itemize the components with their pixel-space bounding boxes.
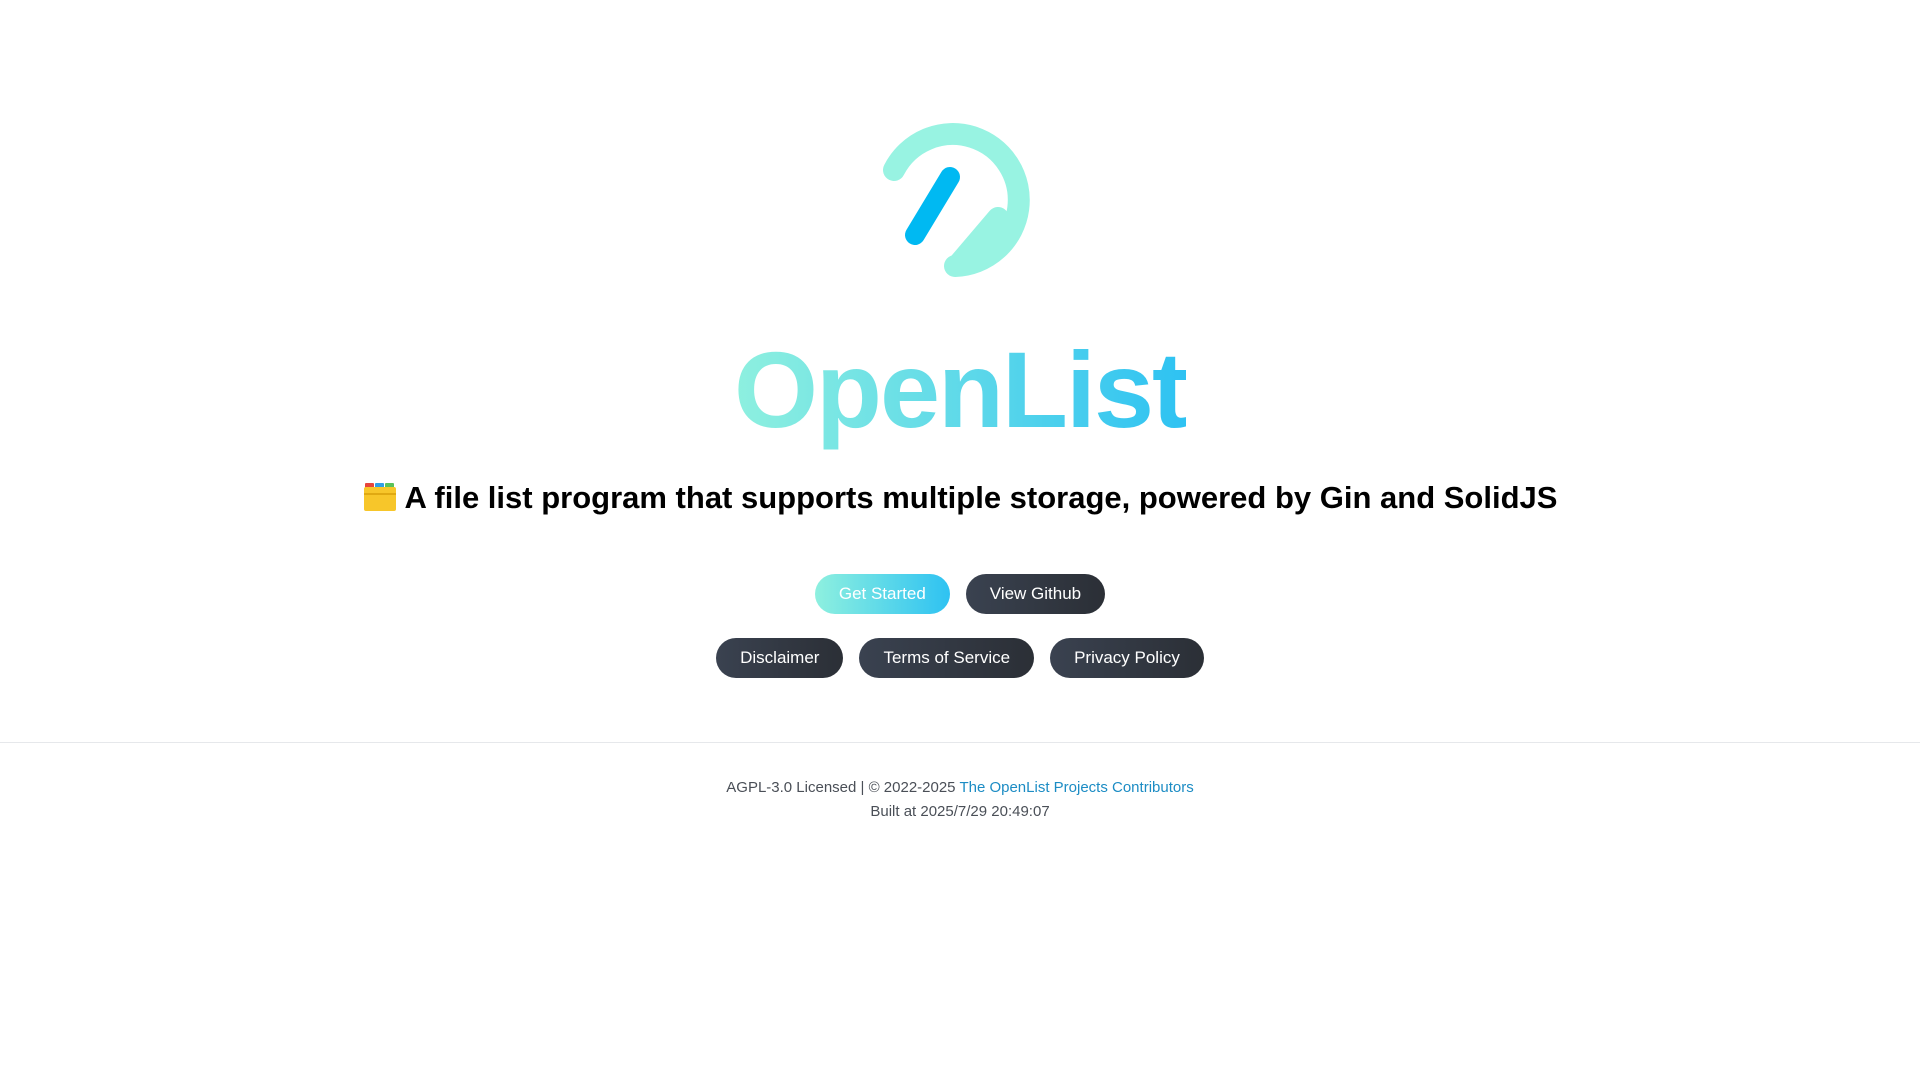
- disclaimer-button[interactable]: Disclaimer: [716, 638, 844, 678]
- view-github-button[interactable]: View Github: [965, 574, 1106, 614]
- openlist-logo-icon: [883, 123, 1030, 277]
- tagline-text: A file list program that supports multip…: [404, 480, 1558, 515]
- contributors-link[interactable]: The OpenList Projects Contributors: [959, 779, 1193, 796]
- card-index-dividers-icon: [363, 483, 396, 511]
- terms-of-service-button[interactable]: Terms of Service: [859, 638, 1035, 678]
- policy-actions: Disclaimer Terms of Service Privacy Poli…: [0, 638, 1920, 678]
- landing-page: OpenList A file list program that suppor…: [0, 0, 1920, 1080]
- license-text: AGPL-3.0 Licensed | © 2022-2025: [726, 779, 956, 796]
- build-timestamp: Built at 2025/7/29 20:49:07: [870, 803, 1050, 820]
- tagline: A file list program that supports multip…: [0, 476, 1920, 520]
- footer: AGPL-3.0 Licensed | © 2022-2025 The Open…: [0, 776, 1920, 824]
- primary-actions: Get Started View Github: [0, 574, 1920, 614]
- get-started-button[interactable]: Get Started: [814, 574, 950, 614]
- privacy-policy-button[interactable]: Privacy Policy: [1050, 638, 1204, 678]
- brand-title: OpenList: [0, 330, 1920, 450]
- brand-title-text: OpenList: [733, 329, 1188, 450]
- footer-license-line: AGPL-3.0 Licensed | © 2022-2025 The Open…: [0, 776, 1920, 800]
- footer-divider: [0, 742, 1920, 743]
